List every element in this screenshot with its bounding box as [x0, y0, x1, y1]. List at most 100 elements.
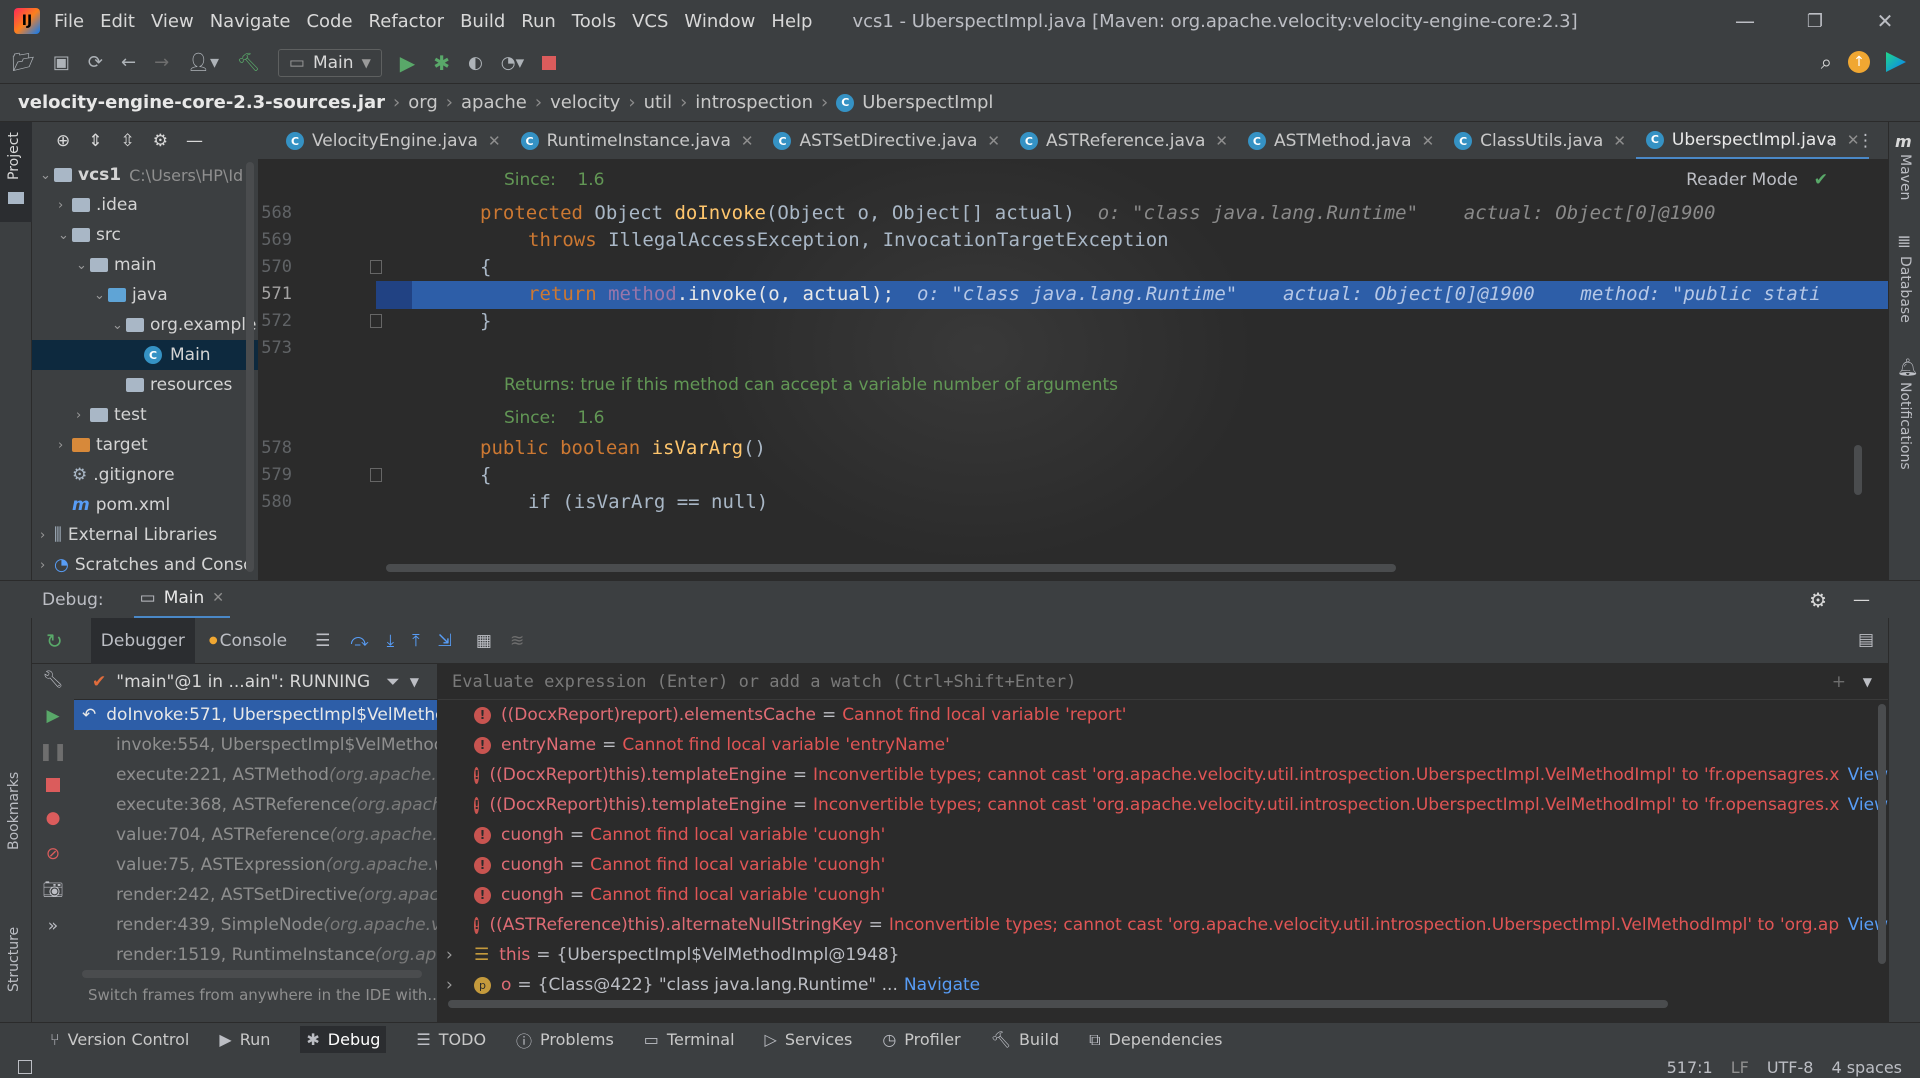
tab-velocityengine[interactable]: C VelocityEngine.java ✕	[276, 122, 511, 159]
open-folder-icon[interactable]: 📂︎	[12, 52, 35, 73]
menu-file[interactable]: File	[54, 11, 84, 32]
tree-item[interactable]: ⌄ java	[32, 280, 258, 310]
stack-frame[interactable]: ↶ doInvoke:571, UberspectImpl$VelMetho	[74, 700, 437, 730]
vars-v-scrollbar[interactable]	[1878, 704, 1886, 964]
fold-marker-icon[interactable]	[370, 260, 382, 274]
close-icon[interactable]: ✕	[1215, 132, 1228, 150]
rerun-icon[interactable]: ↻	[46, 629, 63, 653]
menu-help[interactable]: Help	[771, 11, 812, 32]
stack-frame[interactable]: invoke:554, UberspectImpl$VelMethodIn	[74, 730, 437, 760]
stop-icon[interactable]	[46, 778, 60, 792]
evaluate-icon[interactable]: ▦	[476, 631, 492, 651]
menu-refactor[interactable]: Refactor	[369, 11, 445, 32]
editor-h-scrollbar[interactable]	[386, 564, 1396, 572]
tool-run[interactable]: ▶ Run	[219, 1030, 270, 1049]
mute-breakpoints-icon[interactable]: ⊘	[46, 844, 60, 864]
tool-problems[interactable]: ⓘ Problems	[516, 1028, 614, 1052]
fold-marker-icon[interactable]	[370, 468, 382, 482]
view-breakpoints-icon[interactable]: ●	[46, 808, 61, 828]
step-into-icon[interactable]: ⤓	[387, 631, 395, 651]
chevron-down-icon[interactable]: ▼	[1863, 675, 1872, 689]
menu-edit[interactable]: Edit	[100, 11, 135, 32]
menu-tools[interactable]: Tools	[572, 11, 616, 32]
add-watch-icon[interactable]: +	[1832, 672, 1846, 692]
stack-frame[interactable]: value:75, ASTExpression (org.apache.velo	[74, 850, 437, 880]
tool-profiler[interactable]: ◷ Profiler	[882, 1030, 960, 1049]
restore-icon[interactable]: ❐	[1780, 11, 1850, 32]
stack-frame[interactable]: render:242, ASTSetDirective (org.apache.…	[74, 880, 437, 910]
jetbrains-ai-icon[interactable]	[1886, 52, 1906, 72]
gear-icon[interactable]: ⚙	[1809, 588, 1827, 612]
close-icon[interactable]: ✕	[741, 132, 754, 150]
tree-item[interactable]: ⌄ vcs1 C:\Users\HP\Id	[32, 160, 258, 190]
database-tool-button[interactable]: ≣ Database	[1893, 232, 1919, 332]
run-to-cursor-icon[interactable]: ⇲	[438, 631, 452, 651]
chevron-down-icon[interactable]: ⌄	[58, 228, 72, 243]
search-icon[interactable]: ⌕	[1821, 50, 1832, 74]
chevron-right-icon[interactable]: ›	[76, 408, 90, 423]
breadcrumb-item[interactable]: introspection	[695, 92, 813, 113]
step-out-icon[interactable]: ⤒	[412, 631, 420, 651]
vars-h-scrollbar[interactable]	[448, 1000, 1668, 1008]
debug-bug-icon[interactable]: ✱	[433, 51, 450, 75]
breadcrumb-item[interactable]: apache	[461, 92, 527, 113]
menu-vcs[interactable]: VCS	[632, 11, 668, 32]
menu-build[interactable]: Build	[460, 11, 505, 32]
tab-astreference[interactable]: C ASTReference.java ✕	[1010, 122, 1238, 159]
tree-item[interactable]: › target	[32, 430, 258, 460]
menu-lines-icon[interactable]: ☰	[315, 631, 330, 651]
close-icon[interactable]: ✕	[488, 132, 501, 150]
layout-toggle-icon[interactable]	[18, 1060, 32, 1074]
debug-session-tab[interactable]: ▭ Main ✕	[133, 581, 231, 619]
tree-item[interactable]: › ◔ Scratches and Consc	[32, 550, 258, 580]
tab-runtimeinstance[interactable]: C RuntimeInstance.java ✕	[511, 122, 764, 159]
project-tool-button[interactable]: Project	[0, 122, 32, 222]
structure-tool-button[interactable]: Structure	[0, 902, 32, 1022]
chevron-right-icon[interactable]: ›	[58, 198, 72, 213]
chevron-down-icon[interactable]: ⌄	[94, 288, 108, 303]
resume-icon[interactable]: ▶	[46, 706, 59, 726]
var-this[interactable]: › ☰ this = {UberspectImpl$VelMethodImpl@19…	[438, 940, 1888, 970]
fold-marker-icon[interactable]	[370, 314, 382, 328]
trace-icon[interactable]: ≋	[510, 631, 524, 651]
tool-version-control[interactable]: ⑂ Version Control	[50, 1030, 189, 1049]
tree-item[interactable]: C Main	[32, 340, 258, 370]
evaluate-expression-field[interactable]: Evaluate expression (Enter) or add a wat…	[438, 664, 1888, 700]
tree-item[interactable]: › .idea	[32, 190, 258, 220]
tree-item[interactable]: › test	[32, 400, 258, 430]
maven-tool-button[interactable]: m Maven	[1893, 132, 1919, 202]
breadcrumb-item[interactable]: util	[644, 92, 672, 113]
watch-error-row[interactable]: ! entryName = Cannot find local variable 'e…	[438, 730, 1888, 760]
chevron-right-icon[interactable]: ›	[40, 558, 54, 573]
wrench-icon[interactable]: 🔧︎	[42, 670, 64, 690]
menu-view[interactable]: View	[151, 11, 194, 32]
tree-item[interactable]: ⌄ src	[32, 220, 258, 250]
camera-icon[interactable]: 📷︎	[42, 880, 64, 900]
tab-classutils[interactable]: C ClassUtils.java ✕	[1444, 122, 1636, 159]
menu-code[interactable]: Code	[306, 11, 352, 32]
var-o[interactable]: › p o = {Class@422} "class java.lang.Runti…	[438, 970, 1888, 1000]
tree-item[interactable]: ⌄ main	[32, 250, 258, 280]
tool-terminal[interactable]: ▭ Terminal	[644, 1030, 735, 1049]
tree-item[interactable]: › ⫼ External Libraries	[32, 520, 258, 550]
watch-error-row[interactable]: ! cuongh = Cannot find local variable 'cuon…	[438, 850, 1888, 880]
more-icon[interactable]: ⋮	[1857, 131, 1874, 151]
chevron-right-icon[interactable]: ›	[446, 975, 453, 995]
profile-icon[interactable]: ◔▾	[501, 53, 524, 73]
layout-icon[interactable]: ▤	[1858, 630, 1874, 650]
stack-frame[interactable]: render:439, SimpleNode (org.apache.velo	[74, 910, 437, 940]
menu-window[interactable]: Window	[684, 11, 755, 32]
close-icon[interactable]: ✕	[1850, 9, 1920, 33]
watch-error-row[interactable]: ! ((ASTReference)this).alternateNullStrin…	[438, 910, 1888, 940]
stack-frame[interactable]: execute:368, ASTReference (org.apache.v	[74, 790, 437, 820]
hide-icon[interactable]: —	[1853, 590, 1870, 610]
hide-icon[interactable]: —	[186, 131, 203, 151]
frames-h-scrollbar[interactable]	[82, 970, 422, 978]
tool-todo[interactable]: ☰ TODO	[416, 1030, 486, 1049]
gear-icon[interactable]: ⚙	[153, 131, 168, 151]
tree-item[interactable]: resources	[32, 370, 258, 400]
pause-icon[interactable]: ❚❚	[39, 742, 68, 762]
tool-dependencies[interactable]: ⧉ Dependencies	[1089, 1030, 1222, 1050]
locate-icon[interactable]: ⊕	[56, 131, 70, 151]
save-icon[interactable]: ▣	[53, 52, 70, 73]
